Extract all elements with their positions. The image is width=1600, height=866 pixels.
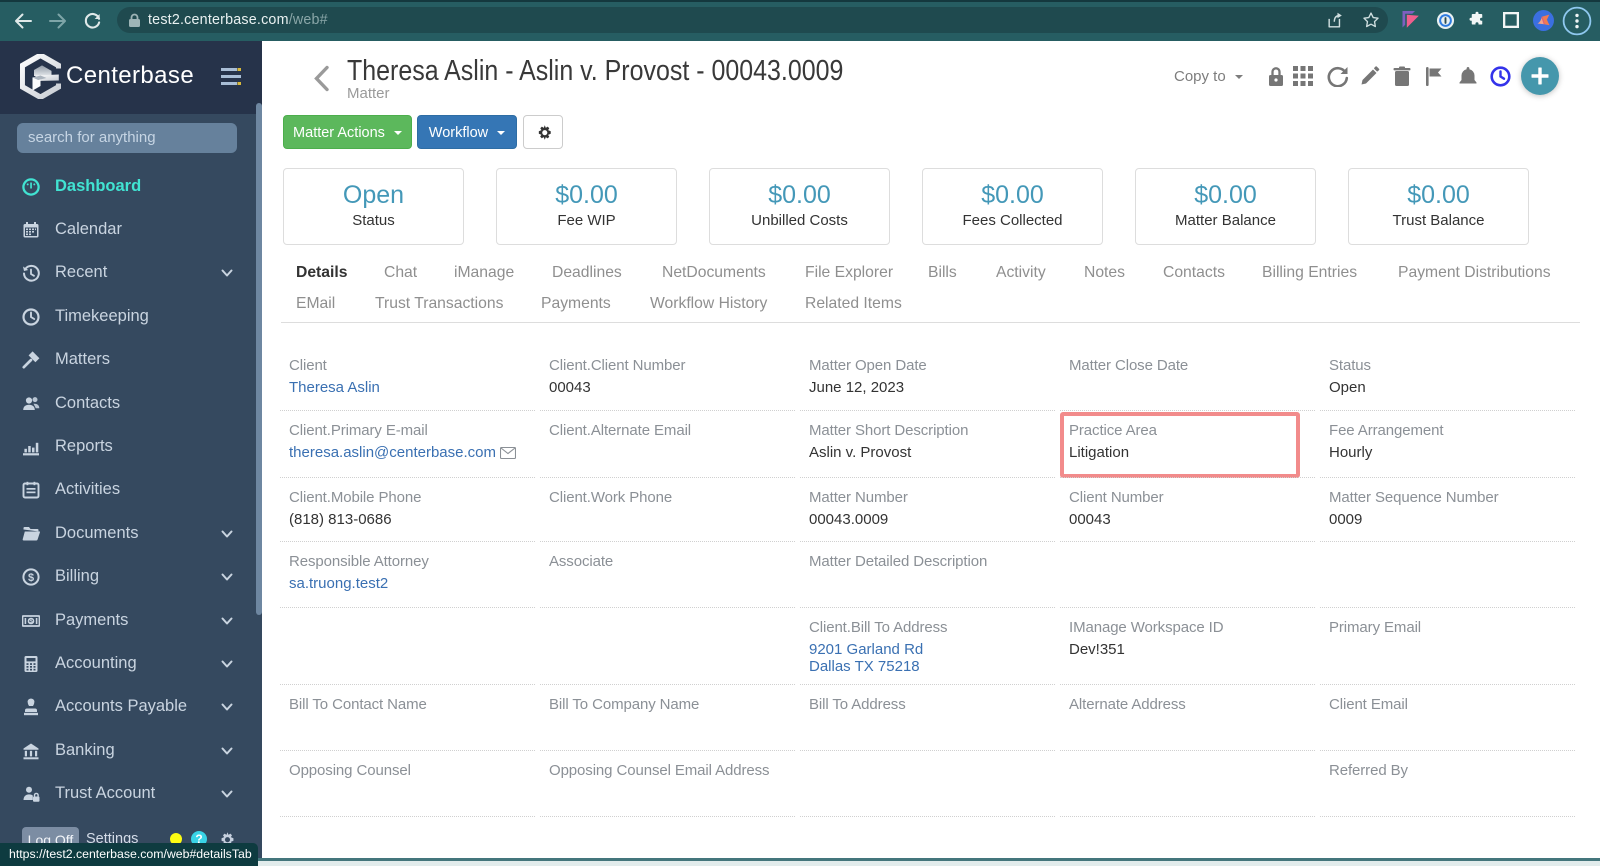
svg-text:$: $ bbox=[29, 618, 33, 625]
svg-text:$: $ bbox=[28, 572, 34, 584]
